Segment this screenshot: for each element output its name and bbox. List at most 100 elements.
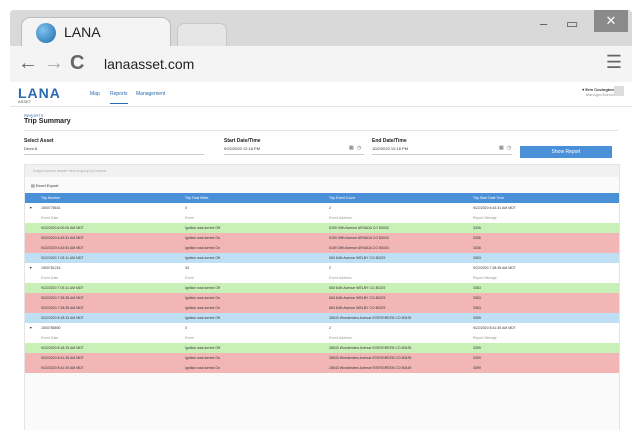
event-row[interactable]: 9/22/2020 6:00:00 AM MDT Ignition was tur… xyxy=(25,223,619,233)
divider xyxy=(24,130,618,131)
asset-select[interactable]: Drum A xyxy=(24,146,204,155)
browser-tab[interactable]: LANA xyxy=(22,18,170,48)
clock-icon[interactable]: ◷ xyxy=(357,145,361,151)
event-header-cell[interactable]: Event Address xyxy=(329,333,352,343)
avatar[interactable] xyxy=(614,86,624,96)
event-row[interactable]: 9/22/2020 8:41:30 AM MDT Ignition was tur… xyxy=(25,363,619,373)
event-cell: Ignition was turned Off xyxy=(185,286,220,290)
col-event-count[interactable]: Trip Event Count xyxy=(329,193,355,203)
trip-cell: 2 xyxy=(329,326,331,330)
event-header-cell[interactable]: Report Mileage xyxy=(473,213,497,223)
event-cell: 3336 xyxy=(473,236,481,240)
event-header-cell[interactable]: Event Date xyxy=(41,333,58,343)
event-row[interactable]: 9/22/2020 6:43:31 AM MDT Ignition was tur… xyxy=(25,233,619,243)
end-label: End Date/Time xyxy=(372,138,407,144)
browser-navbar: ← → C lanaasset.com ☰ xyxy=(10,46,632,82)
tab-bar: LANA – ▭ ✕ xyxy=(10,10,632,48)
event-header-cell[interactable]: Event xyxy=(185,213,194,223)
event-cell: 3399 xyxy=(473,356,481,360)
event-header-cell[interactable]: Event xyxy=(185,273,194,283)
caret-down-icon[interactable]: ▼ xyxy=(29,203,32,213)
nav-reports[interactable]: Reports xyxy=(110,91,128,104)
event-cell: Ignition was turned Off xyxy=(185,346,220,350)
event-header-cell[interactable]: Event xyxy=(185,333,194,343)
app-page: LANA ASSET Map Reports Management ▾ Erin… xyxy=(10,82,632,430)
event-cell: 663 64th Avenue WELBY CO 80229 xyxy=(329,256,386,260)
event-cell: Ignition was turned Off xyxy=(185,256,220,260)
event-header-row: Event Date Event Event Address Report Milea… xyxy=(25,273,619,283)
event-cell: 3363 xyxy=(473,256,481,260)
calendar-icon[interactable]: ▦ xyxy=(499,145,504,151)
calendar-icon[interactable]: ▦ xyxy=(349,145,354,151)
event-row[interactable]: 9/22/2020 7:03:11 AM MDT Ignition was tur… xyxy=(25,253,619,263)
event-cell: 9/22/2020 7:28:35 AM MDT xyxy=(41,296,84,300)
event-header-cell[interactable]: Event Address xyxy=(329,213,352,223)
clock-icon[interactable]: ◷ xyxy=(507,145,511,151)
tab-title: LANA xyxy=(64,24,101,40)
event-cell: 3336 xyxy=(473,246,481,250)
report-grid: Drag a column header here to group by co… xyxy=(24,164,620,430)
back-icon[interactable]: ← xyxy=(18,52,38,75)
menu-icon[interactable]: ☰ xyxy=(606,52,622,73)
asset-label: Select Asset xyxy=(24,138,54,144)
page-title: Trip Summary xyxy=(24,118,71,125)
event-cell: 5159 39th Avenue ARVADA CO 80003 xyxy=(329,226,389,230)
event-row[interactable]: 9/22/2020 8:18:33 AM MDT Ignition was tur… xyxy=(25,343,619,353)
address-bar[interactable]: lanaasset.com xyxy=(104,56,194,72)
event-row[interactable]: 9/22/2020 7:28:35 AM MDT Ignition was tur… xyxy=(25,293,619,303)
event-header-cell[interactable]: Event Date xyxy=(41,273,58,283)
event-cell: 663 64th Avenue WELBY CO 80229 xyxy=(329,296,386,300)
group-drop-area[interactable]: Drag a column header here to group by co… xyxy=(25,165,619,177)
event-cell: 9/22/2020 6:43:51 AM MDT xyxy=(41,246,84,250)
event-header-cell[interactable]: Report Mileage xyxy=(473,333,497,343)
col-trip-number[interactable]: Trip Number xyxy=(41,193,60,203)
col-trip-miles[interactable]: Trip Total Miles xyxy=(185,193,208,203)
trip-cell: 9/22/2020 6:43:31 AM MDT xyxy=(473,206,516,210)
caret-down-icon[interactable]: ▼ xyxy=(29,323,32,333)
app-header: LANA ASSET Map Reports Management ▾ Erin… xyxy=(10,82,632,107)
event-cell: Ignition was turned On xyxy=(185,306,221,310)
trip-cell: 0 xyxy=(185,326,187,330)
event-cell: Ignition was turned On xyxy=(185,356,221,360)
excel-export-button[interactable]: ▤ Excel Export xyxy=(31,183,58,188)
close-icon[interactable]: ✕ xyxy=(594,10,628,32)
trip-cell: 1500781215 xyxy=(41,266,61,270)
trip-cell: 2 xyxy=(329,266,331,270)
new-tab-button[interactable] xyxy=(178,24,226,46)
reload-icon[interactable]: C xyxy=(70,52,84,75)
restore-icon[interactable]: ▭ xyxy=(566,16,578,32)
event-header-cell[interactable]: Event Date xyxy=(41,213,58,223)
start-date-input[interactable]: 9/22/2020 12:16 PM xyxy=(224,146,364,155)
event-cell: 3363 xyxy=(473,306,481,310)
start-label: Start Date/Time xyxy=(224,138,261,144)
event-cell: 9/22/2020 6:00:00 AM MDT xyxy=(41,226,84,230)
event-row[interactable]: 9/22/2020 7:28:35 AM MDT Ignition was tur… xyxy=(25,303,619,313)
user-role: Manager/Admin xyxy=(585,92,614,97)
show-report-button[interactable]: Show Report xyxy=(520,146,612,158)
event-cell: 3399 xyxy=(473,346,481,350)
event-cell: 663 64th Avenue WELBY CO 80229 xyxy=(329,286,386,290)
event-header-cell[interactable]: Report Mileage xyxy=(473,273,497,283)
end-date-input[interactable]: 10/2/2020 12:16 PM xyxy=(372,146,512,155)
event-cell: Ignition was turned Off xyxy=(185,226,220,230)
event-cell: 5159 39th Avenue ARVADA CO 80003 xyxy=(329,236,389,240)
nav-map[interactable]: Map xyxy=(90,91,100,97)
event-row[interactable]: 9/22/2020 8:41:30 AM MDT Ignition was tur… xyxy=(25,353,619,363)
trip-cell: 9/22/2020 7:28:35 AM MDT xyxy=(473,266,516,270)
event-cell: 3399 xyxy=(473,366,481,370)
event-row[interactable]: 9/22/2020 8:18:33 AM MDT Ignition was tur… xyxy=(25,313,619,323)
event-cell: 3363 xyxy=(473,286,481,290)
trip-cell: 2 xyxy=(329,206,331,210)
event-row[interactable]: 9/22/2020 6:43:51 AM MDT Ignition was tur… xyxy=(25,243,619,253)
caret-down-icon[interactable]: ▼ xyxy=(29,263,32,273)
event-header-cell[interactable]: Event Address xyxy=(329,273,352,283)
event-cell: 28543 Wonderview Avenue EVERGREEN CO 804… xyxy=(329,346,412,350)
grid-header: Trip Number Trip Total Miles Trip Event … xyxy=(25,193,619,203)
minimize-icon[interactable]: – xyxy=(540,16,547,31)
forward-icon[interactable]: → xyxy=(44,52,64,75)
col-start-time[interactable]: Trip Start Date Time xyxy=(473,193,504,203)
user-menu[interactable]: ▾ Erin Covington Manager/Admin xyxy=(570,87,614,97)
event-row[interactable]: 9/22/2020 7:03:11 AM MDT Ignition was tur… xyxy=(25,283,619,293)
nav-management[interactable]: Management xyxy=(136,91,165,97)
event-cell: 28543 Wonderview Avenue EVERGREEN CO 804… xyxy=(329,366,412,370)
